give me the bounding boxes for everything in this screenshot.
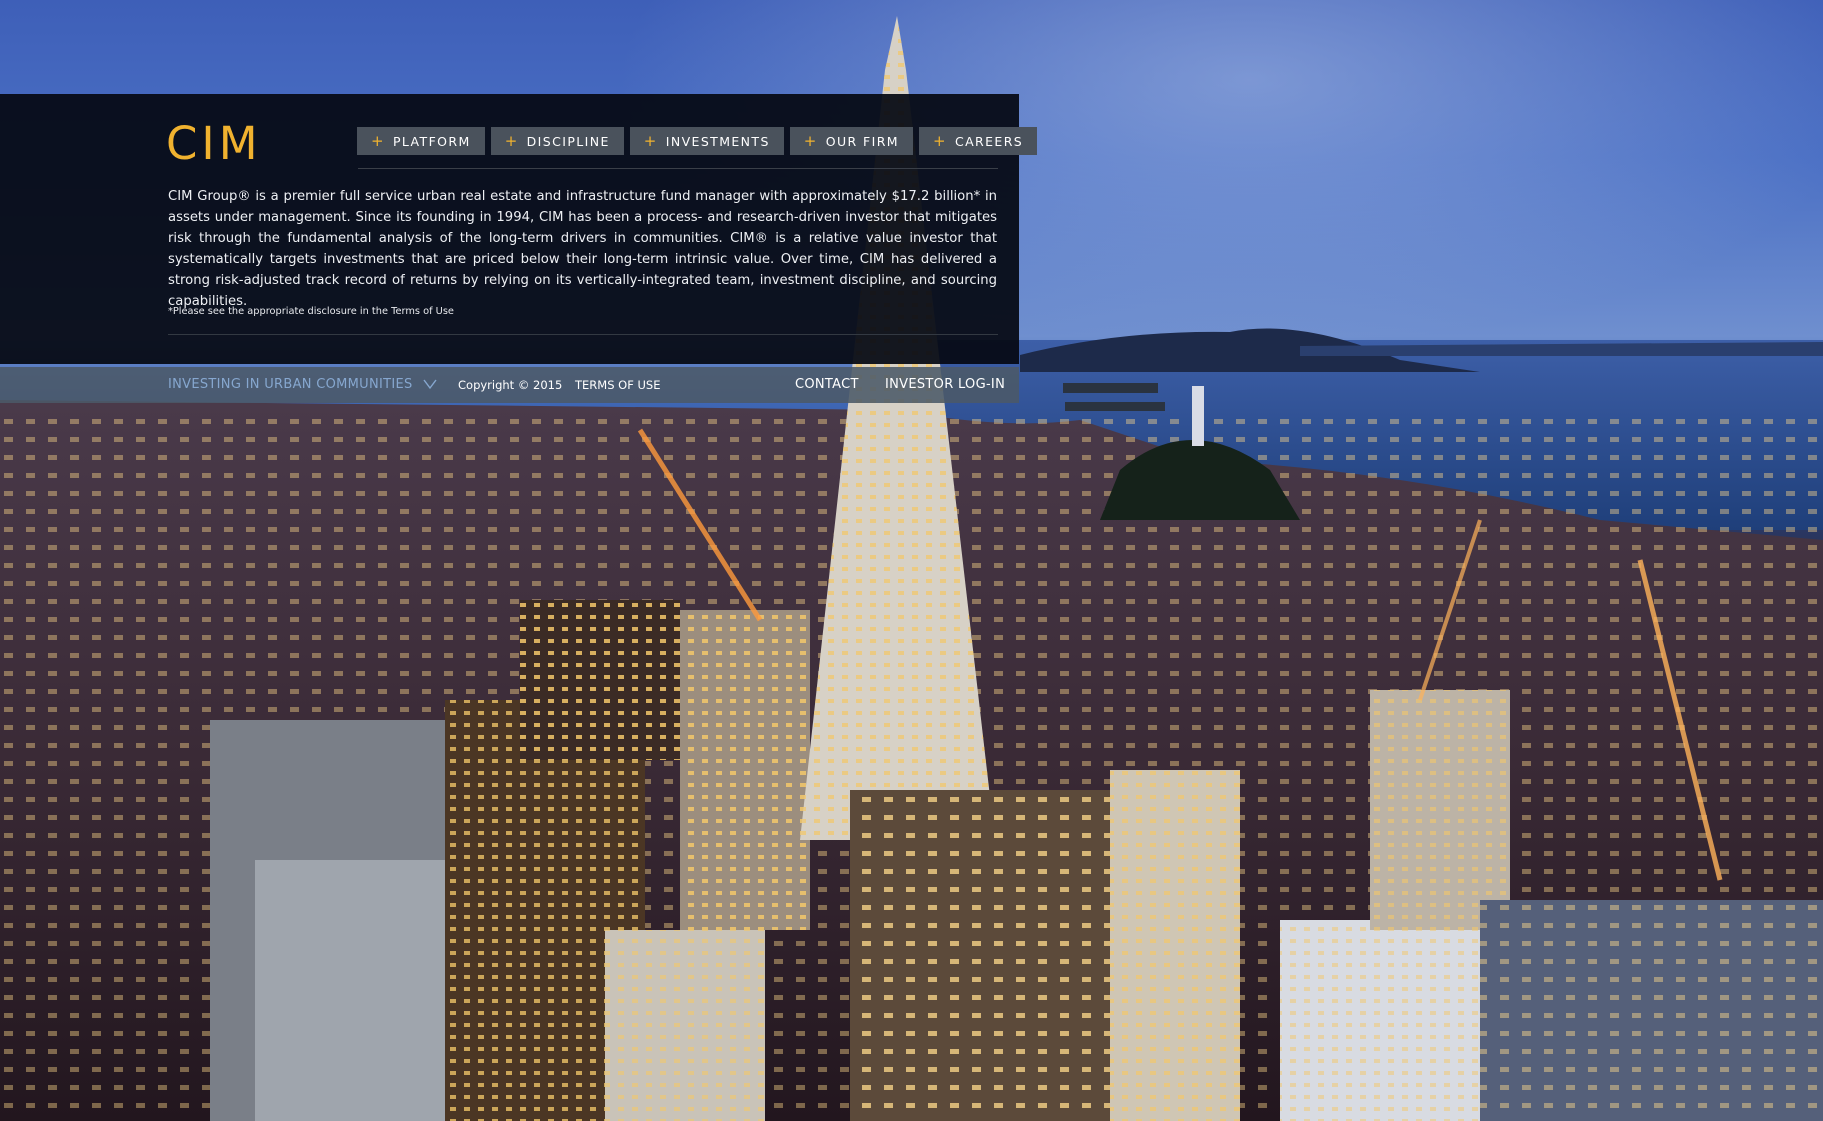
nav-our-firm[interactable]: + OUR FIRM xyxy=(789,127,913,155)
nav-investments[interactable]: + INVESTMENTS xyxy=(629,127,784,155)
tagline-link[interactable]: INVESTING IN URBAN COMMUNITIES xyxy=(168,377,413,392)
plus-icon: + xyxy=(803,132,818,150)
nav-label: PLATFORM xyxy=(392,133,471,149)
content-divider xyxy=(168,334,998,335)
nav-label: OUR FIRM xyxy=(825,133,899,149)
cim-logo[interactable]: CIM xyxy=(166,117,262,170)
plus-icon: + xyxy=(932,132,947,150)
company-description: CIM Group® is a premier full service urb… xyxy=(168,189,997,309)
plus-icon: + xyxy=(371,132,385,150)
nav-careers[interactable]: + CAREERS xyxy=(918,127,1038,155)
nav-label: INVESTMENTS xyxy=(665,133,770,149)
plus-icon: + xyxy=(504,132,519,150)
nav-divider xyxy=(358,168,998,169)
nav-discipline[interactable]: + DISCIPLINE xyxy=(490,127,624,155)
disclaimer-note: *Please see the appropriate disclosure i… xyxy=(168,306,454,317)
terms-of-use-link[interactable]: TERMS OF USE xyxy=(575,378,660,392)
nav-label: CAREERS xyxy=(954,133,1024,149)
nav-label: DISCIPLINE xyxy=(526,133,610,149)
investor-login-link[interactable]: INVESTOR LOG-IN xyxy=(885,377,1005,392)
chevron-down-icon[interactable] xyxy=(423,378,437,390)
contact-link[interactable]: CONTACT xyxy=(795,377,859,392)
copyright-text: Copyright © 2015 xyxy=(458,378,563,392)
nav-platform[interactable]: + PLATFORM xyxy=(357,127,485,155)
plus-icon: + xyxy=(643,132,658,150)
footer-bar: INVESTING IN URBAN COMMUNITIES Copyright… xyxy=(0,367,1019,403)
main-nav: + PLATFORM + DISCIPLINE + INVESTMENTS + … xyxy=(357,127,1038,155)
